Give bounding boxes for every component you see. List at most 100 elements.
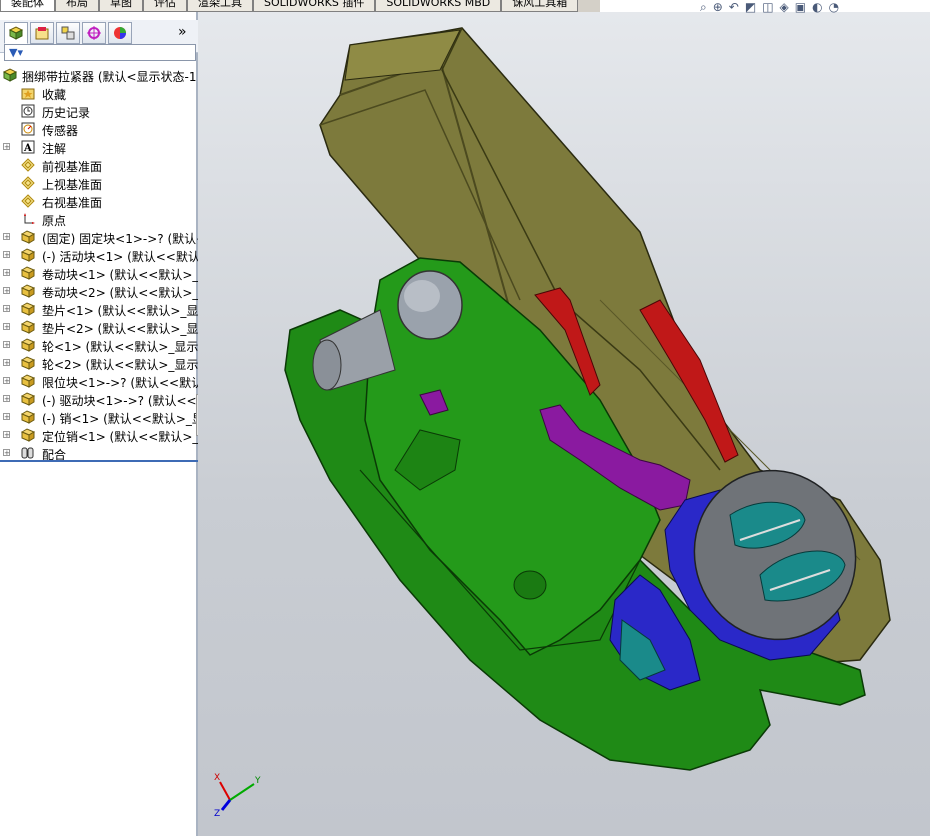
part-icon bbox=[20, 266, 36, 280]
tree-item[interactable]: + 卷动块<1> (默认<<默认>_显 bbox=[0, 264, 198, 282]
tree-divider bbox=[0, 460, 198, 462]
tree-item[interactable]: + 轮<1> (默认<<默认>_显示状 bbox=[0, 336, 198, 354]
expand-toggle[interactable]: + bbox=[3, 377, 10, 385]
part-icon bbox=[20, 302, 36, 316]
tree-item[interactable]: + 限位块<1>->? (默认<<默认> bbox=[0, 372, 198, 390]
tree-item-label: 原点 bbox=[42, 214, 67, 228]
history-icon bbox=[21, 104, 35, 118]
tree-item[interactable]: + A 注解 bbox=[0, 138, 198, 156]
part-icon bbox=[20, 392, 36, 406]
annotations-icon: A bbox=[21, 140, 35, 154]
part-icon bbox=[20, 338, 36, 352]
tree-item-label: 历史记录 bbox=[42, 106, 91, 120]
tree-item[interactable]: + (-) 销<1> (默认<<默认>_显 bbox=[0, 408, 198, 426]
x-label: X bbox=[214, 773, 220, 783]
tree-item[interactable]: + (-) 活动块<1> (默认<<默认> bbox=[0, 246, 198, 264]
feature-tree: 捆绑带拉紧器 (默认<显示状态-1 收藏历史记录传感器 + A 注解前视基准面上视基准… bbox=[0, 66, 198, 462]
configuration-manager-icon[interactable] bbox=[56, 22, 80, 44]
expand-toggle[interactable]: + bbox=[3, 323, 10, 331]
tree-item[interactable]: 原点 bbox=[0, 210, 198, 228]
part-icon bbox=[20, 230, 36, 244]
tree-item[interactable]: + 卷动块<2> (默认<<默认>_显 bbox=[0, 282, 198, 300]
tab-sketch[interactable]: 草图 bbox=[99, 0, 143, 12]
expand-toggle[interactable]: + bbox=[3, 287, 10, 295]
expand-toggle[interactable]: + bbox=[3, 305, 10, 313]
filter-input[interactable]: ▼▾ bbox=[4, 44, 196, 61]
tree-item-label: 传感器 bbox=[42, 124, 79, 138]
tree-item-label: (-) 活动块<1> (默认<<默认> bbox=[42, 250, 198, 264]
part-icon bbox=[20, 356, 36, 370]
tree-item[interactable]: + 定位销<1> (默认<<默认>_显 bbox=[0, 426, 198, 444]
z-label: Z bbox=[214, 809, 220, 819]
tree-item-label: 限位块<1>->? (默认<<默认> bbox=[42, 376, 198, 390]
expand-panel-button[interactable]: » bbox=[178, 24, 187, 40]
plane-icon bbox=[21, 158, 35, 172]
tree-item[interactable]: 上视基准面 bbox=[0, 174, 198, 192]
tree-item[interactable]: 历史记录 bbox=[0, 102, 198, 120]
part-icon bbox=[20, 410, 36, 424]
tree-item[interactable]: 右视基准面 bbox=[0, 192, 198, 210]
expand-toggle[interactable]: + bbox=[3, 413, 10, 421]
property-manager-icon[interactable] bbox=[30, 22, 54, 44]
expand-toggle[interactable]: + bbox=[3, 359, 10, 367]
tree-item[interactable]: + 垫片<2> (默认<<默认>_显示 bbox=[0, 318, 198, 336]
tree-item-label: 轮<1> (默认<<默认>_显示状 bbox=[42, 340, 198, 354]
tree-root[interactable]: 捆绑带拉紧器 (默认<显示状态-1 bbox=[0, 66, 198, 84]
tree-item-label: 轮<2> (默认<<默认>_显示状 bbox=[42, 358, 198, 372]
filter-icon[interactable]: ▼▾ bbox=[9, 46, 23, 59]
expand-toggle[interactable]: + bbox=[3, 143, 10, 151]
tree-root-label: 捆绑带拉紧器 (默认<显示状态-1 bbox=[22, 70, 197, 84]
assembly-icon bbox=[2, 68, 18, 82]
coordinate-triad: X Y Z bbox=[214, 773, 261, 819]
expand-toggle[interactable]: + bbox=[3, 431, 10, 439]
y-label: Y bbox=[254, 776, 261, 786]
tab-evaluate[interactable]: 评估 bbox=[143, 0, 187, 12]
tree-item-label: 垫片<2> (默认<<默认>_显示 bbox=[42, 322, 198, 336]
sensor-icon bbox=[21, 122, 35, 136]
tree-item[interactable]: 传感器 bbox=[0, 120, 198, 138]
display-manager-icon[interactable] bbox=[108, 22, 132, 44]
tree-item[interactable]: + 轮<2> (默认<<默认>_显示状 bbox=[0, 354, 198, 372]
tab-assembly[interactable]: 装配体 bbox=[0, 0, 55, 12]
expand-toggle[interactable]: + bbox=[3, 269, 10, 277]
tree-item-label: 定位销<1> (默认<<默认>_显 bbox=[42, 430, 198, 444]
tree-item-label: 收藏 bbox=[42, 88, 67, 102]
expand-toggle[interactable]: + bbox=[3, 251, 10, 259]
tree-item[interactable]: + (-) 驱动块<1>->? (默认<<默 bbox=[0, 390, 198, 408]
expand-toggle[interactable]: + bbox=[3, 395, 10, 403]
tree-item-label: (-) 销<1> (默认<<默认>_显 bbox=[42, 412, 198, 426]
tree-item[interactable]: + 垫片<1> (默认<<默认>_显示 bbox=[0, 300, 198, 318]
z-axis-icon bbox=[220, 799, 232, 811]
part-icon bbox=[20, 248, 36, 262]
tree-item-label: 卷动块<2> (默认<<默认>_显 bbox=[42, 286, 198, 300]
ratchet-strap-model[interactable] bbox=[198, 0, 930, 836]
tree-item-label: 前视基准面 bbox=[42, 160, 103, 174]
x-axis-icon bbox=[219, 781, 231, 801]
tree-item-label: 注解 bbox=[42, 142, 67, 156]
tab-layout[interactable]: 布局 bbox=[55, 0, 99, 12]
tree-item[interactable]: 前视基准面 bbox=[0, 156, 198, 174]
expand-toggle[interactable]: + bbox=[3, 233, 10, 241]
feature-manager-panel: » ▼▾ 捆绑带拉紧器 (默认<显示状态-1 收藏历史记录传感器 + A 注解前视基准… bbox=[0, 12, 198, 836]
tree-item-label: (-) 驱动块<1>->? (默认<<默 bbox=[42, 394, 198, 408]
feature-manager-icon[interactable] bbox=[4, 22, 28, 44]
tree-item[interactable]: + (固定) 固定块<1>->? (默认< bbox=[0, 228, 198, 246]
plane-icon bbox=[21, 176, 35, 190]
svg-text:A: A bbox=[23, 143, 32, 154]
tree-item-label: 上视基准面 bbox=[42, 178, 103, 192]
tree-item-label: 卷动块<1> (默认<<默认>_显 bbox=[42, 268, 198, 282]
expand-toggle[interactable]: + bbox=[3, 449, 10, 457]
plane-icon bbox=[21, 194, 35, 208]
part-icon bbox=[20, 374, 36, 388]
mates-icon bbox=[21, 446, 35, 460]
dimxpert-icon[interactable] bbox=[82, 22, 106, 44]
tree-item[interactable]: 收藏 bbox=[0, 84, 198, 102]
tree-item-label: 右视基准面 bbox=[42, 196, 103, 210]
part-icon bbox=[20, 428, 36, 442]
y-axis-icon bbox=[229, 783, 255, 801]
expand-toggle[interactable]: + bbox=[3, 341, 10, 349]
favorites-icon bbox=[21, 86, 35, 100]
tree-item-label: (固定) 固定块<1>->? (默认< bbox=[42, 232, 198, 246]
part-icon bbox=[20, 320, 36, 334]
tree-item-label: 垫片<1> (默认<<默认>_显示 bbox=[42, 304, 198, 318]
